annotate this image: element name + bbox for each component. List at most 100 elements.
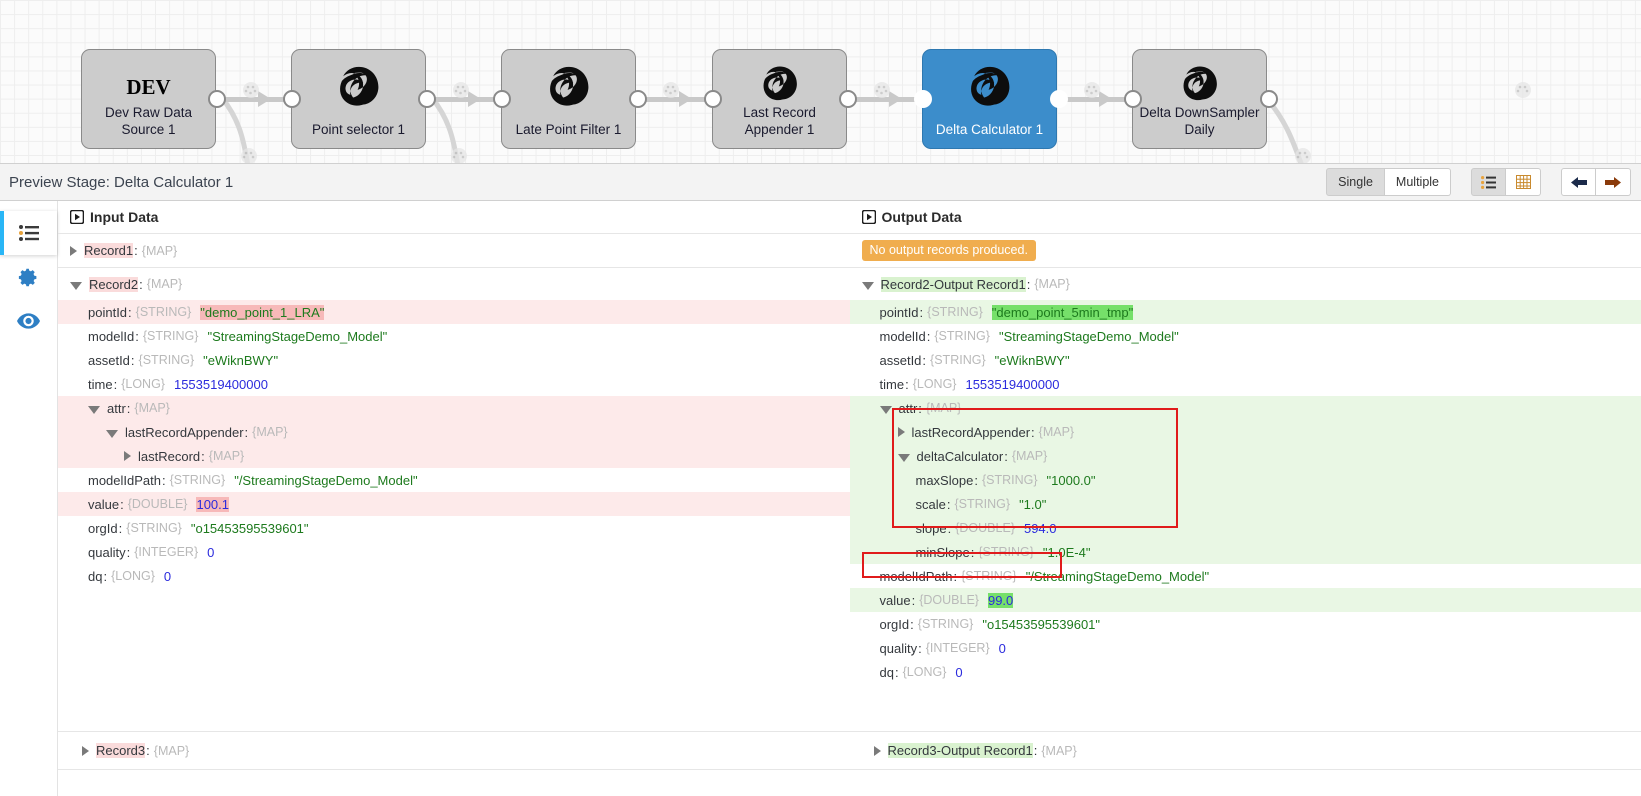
output-port-delta-calculator-1[interactable] (1050, 90, 1068, 108)
tree-key: time (880, 377, 905, 392)
tree-row-delta-calculator[interactable]: deltaCalculator : {MAP} (850, 444, 1641, 468)
tree-row-field[interactable]: time : {LONG} 1553519400000 (58, 372, 850, 396)
tree-row-field[interactable]: minSlope : {STRING} "1.0E-4" (850, 540, 1641, 564)
chevron-down-icon[interactable] (70, 282, 82, 290)
chevron-down-icon[interactable] (898, 454, 910, 462)
pipeline-canvas[interactable]: DEV Dev Raw Data Source 1 Point selector… (0, 0, 1641, 163)
tree-row-last-record[interactable]: lastRecord : {MAP} (58, 444, 850, 468)
tree-key: modelId (88, 329, 134, 344)
pipeline-node-label: Delta DownSampler Daily (1136, 104, 1264, 138)
rail-item-settings[interactable] (0, 255, 57, 299)
tree-row-field[interactable]: pointId : {STRING} "demo_point_5min_tmp" (850, 300, 1641, 324)
list-view-button[interactable] (1471, 168, 1506, 196)
tree-row-field[interactable]: time : {LONG} 1553519400000 (850, 372, 1641, 396)
tree-row-record3[interactable]: Record3 : {MAP} (58, 731, 850, 769)
output-port-last-record-appender-1[interactable] (839, 90, 857, 108)
tree-colon: : (128, 305, 132, 320)
tree-colon: : (135, 329, 139, 344)
multiple-mode-button[interactable]: Multiple (1385, 168, 1451, 196)
chevron-right-icon[interactable] (124, 451, 131, 461)
tree-type: {STRING} (982, 473, 1038, 487)
tree-value: 0 (999, 641, 1006, 656)
tree-colon: : (910, 617, 914, 632)
chevron-right-icon[interactable] (70, 246, 77, 256)
tree-colon: : (918, 401, 922, 416)
chevron-down-icon[interactable] (106, 430, 118, 438)
tree-row-field[interactable]: dq : {LONG} 0 (850, 660, 1641, 684)
tree-row-record2[interactable]: Record2 : {MAP} (58, 268, 850, 300)
tree-row-field[interactable]: quality : {INTEGER} 0 (58, 540, 850, 564)
tree-row-record2-output-record1[interactable]: Record2-Output Record1 : {MAP} (850, 268, 1641, 300)
input-port-delta-downsampler-daily[interactable] (1124, 90, 1142, 108)
tree-row-field[interactable]: scale : {STRING} "1.0" (850, 492, 1641, 516)
rail-item-records[interactable] (0, 211, 57, 255)
tree-colon: : (895, 665, 899, 680)
divider (58, 769, 850, 770)
input-port-point-selector-1[interactable] (283, 90, 301, 108)
prev-record-button[interactable] (1561, 168, 1596, 196)
chevron-down-icon[interactable] (862, 282, 874, 290)
tree-type: {LONG} (913, 377, 957, 391)
tree-type: {STRING} (978, 545, 1034, 559)
tree-type: {STRING} (170, 473, 226, 487)
tree-colon: : (131, 353, 135, 368)
input-port-delta-calculator-1[interactable] (914, 90, 932, 108)
chevron-down-icon[interactable] (880, 406, 892, 414)
pipeline-node-late-point-filter-1[interactable]: Late Point Filter 1 (501, 49, 636, 149)
tree-row-field[interactable]: maxSlope : {STRING} "1000.0" (850, 468, 1641, 492)
tree-row-field[interactable]: assetId : {STRING} "eWiknBWY" (850, 348, 1641, 372)
tree-value: "StreamingStageDemo_Model" (207, 329, 387, 344)
tree-colon: : (954, 569, 958, 584)
tree-key: quality (88, 545, 126, 560)
tree-row-attr[interactable]: attr : {MAP} (58, 396, 850, 420)
output-port-late-point-filter-1[interactable] (629, 90, 647, 108)
output-port-delta-downsampler-daily[interactable] (1260, 90, 1278, 108)
tree-colon: : (114, 377, 118, 392)
chevron-down-icon[interactable] (88, 406, 100, 414)
tree-row-field[interactable]: value : {DOUBLE} 100.1 (58, 492, 850, 516)
tree-row-field[interactable]: pointId : {STRING} "demo_point_1_LRA" (58, 300, 850, 324)
tree-row-field[interactable]: quality : {INTEGER} 0 (850, 636, 1641, 660)
tree-row-field[interactable]: orgId : {STRING} "o15453595539601" (58, 516, 850, 540)
swirl-logo-icon (546, 64, 592, 110)
single-mode-button[interactable]: Single (1326, 168, 1385, 196)
pipeline-node-delta-calculator-1[interactable]: Delta Calculator 1 (922, 49, 1057, 149)
tree-row-field[interactable]: dq : {LONG} 0 (58, 564, 850, 588)
tree-row-field[interactable]: modelId : {STRING} "StreamingStageDemo_M… (58, 324, 850, 348)
tree-colon: : (918, 641, 922, 656)
tree-row-last-record-appender[interactable]: lastRecordAppender : {MAP} (58, 420, 850, 444)
pipeline-node-dev-raw-data-source-1[interactable]: DEV Dev Raw Data Source 1 (81, 49, 216, 149)
chevron-right-icon[interactable] (898, 427, 905, 437)
tree-row-field[interactable]: orgId : {STRING} "o15453595539601" (850, 612, 1641, 636)
output-port-dev-raw-data-source-1[interactable] (208, 90, 226, 108)
tree-colon: : (1034, 743, 1038, 758)
tree-type: {MAP} (252, 425, 287, 439)
chevron-right-icon[interactable] (82, 746, 89, 756)
tree-row-field[interactable]: modelIdPath : {STRING} "/StreamingStageD… (850, 564, 1641, 588)
tree-row-field[interactable]: assetId : {STRING} "eWiknBWY" (58, 348, 850, 372)
input-port-late-point-filter-1[interactable] (493, 90, 511, 108)
tree-row-last-record-appender[interactable]: lastRecordAppender : {MAP} (850, 420, 1641, 444)
tree-value: "1.0" (1019, 497, 1046, 512)
tree-row-record1[interactable]: Record1 : {MAP} (58, 234, 850, 268)
pipeline-node-point-selector-1[interactable]: Point selector 1 (291, 49, 426, 149)
tree-row-field[interactable]: modelIdPath : {STRING} "/StreamingStageD… (58, 468, 850, 492)
input-port-last-record-appender-1[interactable] (704, 90, 722, 108)
tree-row-attr[interactable]: attr : {MAP} (850, 396, 1641, 420)
tree-row-record3-output-record1[interactable]: Record3-Output Record1 : {MAP} (850, 731, 1641, 769)
tree-row-field[interactable]: modelId : {STRING} "StreamingStageDemo_M… (850, 324, 1641, 348)
pipeline-node-delta-downsampler-daily[interactable]: Delta DownSampler Daily (1132, 49, 1267, 149)
tree-type: {INTEGER} (134, 545, 198, 559)
chevron-right-icon[interactable] (874, 746, 881, 756)
rail-item-preview[interactable] (0, 299, 57, 343)
tree-row-value[interactable]: value : {DOUBLE} 99.0 (850, 588, 1641, 612)
tree-row-field[interactable]: slope : {DOUBLE} 594.0 (850, 516, 1641, 540)
eye-icon (17, 313, 40, 329)
table-view-button[interactable] (1506, 168, 1541, 196)
tree-value: 0 (207, 545, 214, 560)
swirl-logo-icon (1177, 64, 1223, 104)
pipeline-node-label: Dev Raw Data Source 1 (85, 104, 213, 138)
pipeline-node-last-record-appender-1[interactable]: Last Record Appender 1 (712, 49, 847, 149)
output-port-point-selector-1[interactable] (418, 90, 436, 108)
next-record-button[interactable] (1596, 168, 1631, 196)
